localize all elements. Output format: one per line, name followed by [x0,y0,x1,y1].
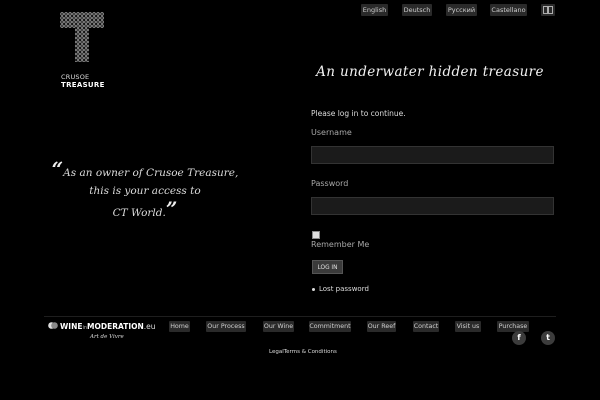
lang-castellano[interactable]: Castellano [490,4,527,16]
nav-visit-us[interactable]: Visit us [455,321,481,332]
owner-quote: “As an owner of Crusoe Treasure, this is… [40,157,250,222]
lang-deutsch[interactable]: Deutsch [402,4,432,16]
wim-name-wine: WINE [60,322,83,331]
nav-home[interactable]: Home [169,321,190,332]
wim-name-moderation: MODERATION [87,322,144,331]
open-quote-mark: “ [51,157,64,181]
bullet-icon [312,287,315,291]
grid-icon[interactable] [541,4,555,16]
facebook-icon[interactable]: f [512,331,526,345]
wim-subtitle: Art de Vivre [90,334,124,340]
footer-divider [44,316,556,317]
nav-contact[interactable]: Contact [413,321,439,332]
nav-purchase[interactable]: Purchase [497,321,529,332]
logo-text-crusoe: CRUSOE [61,73,90,81]
lang-russian[interactable]: Русский [446,4,477,16]
nav-commitment[interactable]: Commitment [309,321,351,332]
lang-english[interactable]: English [361,4,388,16]
wine-glass-icon [48,322,58,329]
quote-line-2: this is your access to [89,185,201,197]
twitter-icon[interactable]: t [541,331,555,345]
login-intro-text: Please log in to continue. [311,109,406,118]
tagline: An underwater hidden treasure [316,64,544,80]
crusoe-treasure-logo[interactable]: CRUSOE TREASURE [60,12,104,89]
nav-our-reef[interactable]: Our Reef [367,321,396,332]
password-input[interactable] [311,197,554,215]
wine-in-moderation-logo[interactable]: WINEinMODERATION.eu Art de Vivre [48,321,158,343]
t-emblem-icon [60,12,104,62]
quote-line-3: CT World. [112,207,166,219]
wim-name-eu: .eu [143,322,156,331]
remember-me-label: Remember Me [311,240,370,249]
close-quote-mark: ” [165,197,178,221]
login-button[interactable]: LOG IN [312,260,343,274]
nav-our-wine[interactable]: Our Wine [263,321,294,332]
legal-link[interactable]: Legal [269,349,284,355]
legal-links: LegalTerms & Conditions [269,349,337,355]
lost-password-link[interactable]: Lost password [312,285,369,293]
logo-text-treasure: TREASURE [61,81,105,89]
username-label: Username [311,128,352,137]
nav-our-process[interactable]: Our Process [206,321,246,332]
wim-wordmark: WINEinMODERATION.eu [48,321,156,331]
lost-password-text: Lost password [319,285,369,293]
quote-line-1: As an owner of Crusoe Treasure, [63,167,239,179]
username-input[interactable] [311,146,554,164]
password-label: Password [311,179,349,188]
terms-conditions-link[interactable]: Terms & Conditions [284,349,337,355]
remember-me-checkbox[interactable] [312,231,320,239]
